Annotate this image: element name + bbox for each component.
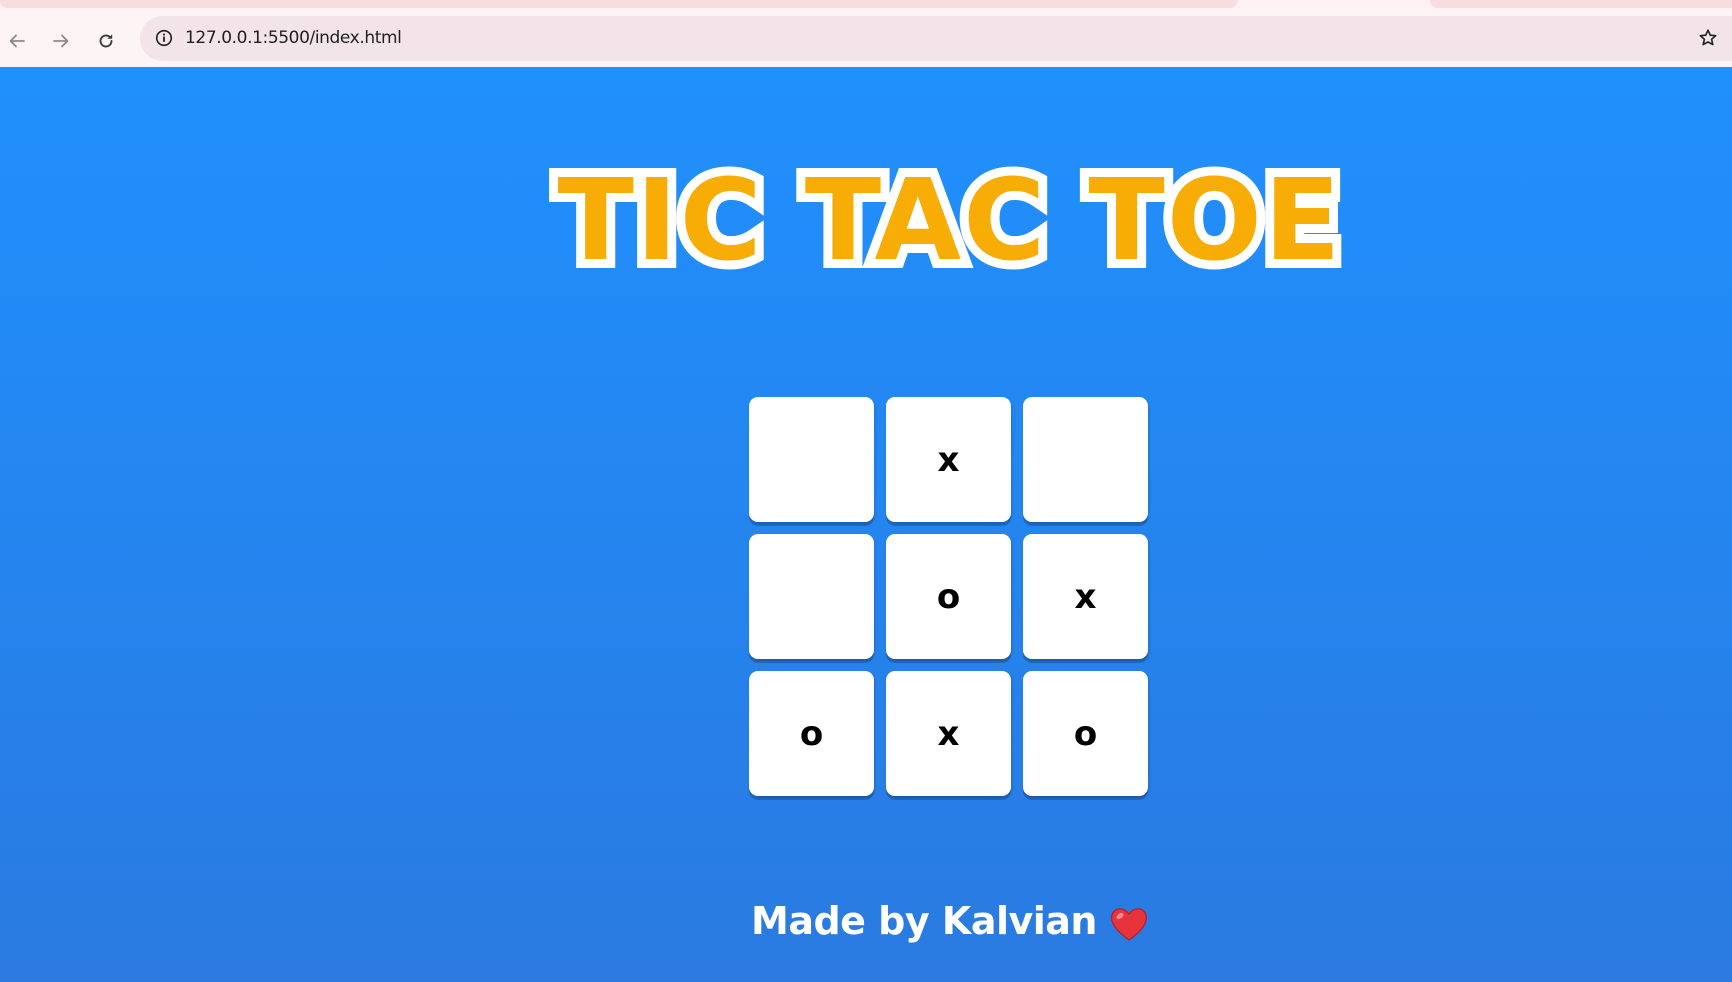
game-board: x o x o x o: [749, 397, 1152, 800]
board-cell-2-2[interactable]: o: [886, 534, 1011, 659]
url-text[interactable]: 127.0.0.1:5500/index.html: [185, 28, 402, 48]
address-bar[interactable]: 127.0.0.1:5500/index.html: [140, 16, 1732, 61]
board-cell-3-2[interactable]: x: [886, 671, 1011, 796]
tab-strip-segment[interactable]: [1430, 0, 1732, 8]
board-cell-3-3[interactable]: o: [1023, 671, 1148, 796]
forward-button[interactable]: [44, 24, 78, 58]
site-info-icon: [155, 29, 173, 47]
reload-button[interactable]: [89, 24, 123, 58]
back-button[interactable]: [0, 24, 34, 58]
tab-strip: [0, 0, 1732, 10]
game-title: TIC TAC TOE: [549, 156, 1350, 286]
heart-icon: [1110, 907, 1147, 941]
board-cell-2-3[interactable]: x: [1023, 534, 1148, 659]
footer-credit: Made by Kalvian: [751, 899, 1097, 943]
board-cell-2-1[interactable]: [749, 534, 874, 659]
bookmark-star-icon: [1699, 29, 1717, 46]
back-icon: [9, 34, 25, 48]
footer: Made by Kalvian: [0, 899, 1732, 943]
forward-icon: [53, 34, 69, 48]
tab-strip-segment[interactable]: [0, 0, 1238, 8]
board-cell-1-1[interactable]: [749, 397, 874, 522]
bookmark-button[interactable]: [1692, 22, 1724, 54]
game-page: TIC TAC TOE x o x o x o Made by Kalvian: [0, 67, 1732, 982]
board-cell-3-1[interactable]: o: [749, 671, 874, 796]
site-info-button[interactable]: [148, 22, 180, 54]
board-cell-1-2[interactable]: x: [886, 397, 1011, 522]
reload-icon: [99, 34, 113, 48]
browser-toolbar: 127.0.0.1:5500/index.html: [0, 10, 1732, 68]
board-cell-1-3[interactable]: [1023, 397, 1148, 522]
